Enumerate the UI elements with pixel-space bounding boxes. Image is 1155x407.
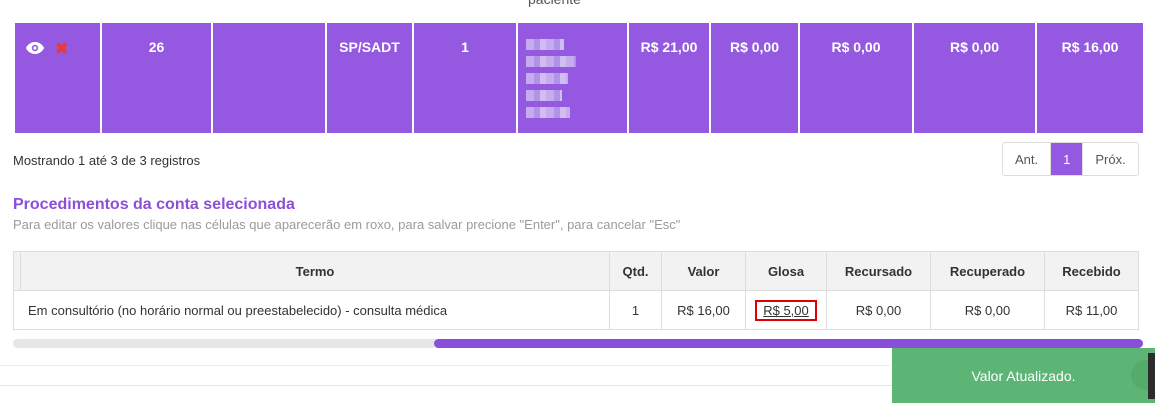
procedures-help-text: Para editar os valores clique nas célula… — [13, 217, 681, 232]
actions-cell: ✖ — [13, 21, 102, 135]
account-col9: R$ 0,00 — [912, 21, 1037, 135]
header-recuperado[interactable]: Recuperado — [930, 251, 1045, 291]
header-spacer — [13, 251, 21, 291]
header-qtd[interactable]: Qtd. — [609, 251, 662, 291]
divider — [0, 365, 890, 366]
delete-icon[interactable]: ✖ — [55, 39, 68, 59]
showing-records-text: Mostrando 1 até 3 de 3 registros — [13, 153, 201, 168]
account-blurred-name — [516, 21, 629, 135]
pagination: Ant. 1 Próx. — [1002, 142, 1139, 176]
cell-qtd[interactable]: 1 — [609, 290, 662, 330]
cell-recuperado[interactable]: R$ 0,00 — [930, 290, 1045, 330]
toast-notification[interactable]: Valor Atualizado. — [892, 348, 1155, 403]
blurred-text — [526, 39, 564, 50]
account-col10: R$ 16,00 — [1035, 21, 1145, 135]
account-col3 — [211, 21, 327, 135]
cell-glosa[interactable]: R$ 5,00 — [745, 290, 827, 330]
cell-recursado[interactable]: R$ 0,00 — [826, 290, 931, 330]
table-row[interactable]: Em consultório (no horário normal ou pre… — [13, 290, 1139, 330]
eye-icon[interactable] — [25, 41, 45, 58]
account-col7: R$ 0,00 — [709, 21, 800, 135]
accounts-table: ✖ 26 SP/SADT 1 R$ 21,00 R$ 0,00 R$ 0,00 … — [13, 21, 1145, 135]
header-valor[interactable]: Valor — [661, 251, 746, 291]
cell-recebido: R$ 11,00 — [1044, 290, 1139, 330]
cell-termo: Em consultório (no horário normal ou pre… — [13, 290, 610, 330]
blurred-text — [526, 107, 570, 118]
pagination-prev[interactable]: Ant. — [1003, 143, 1051, 175]
procedures-title: Procedimentos da conta selecionada — [13, 196, 295, 213]
header-recursado[interactable]: Recursado — [826, 251, 931, 291]
side-widget-edge — [1148, 353, 1155, 399]
blurred-text — [526, 73, 568, 84]
header-cut-text: paciente — [528, 0, 581, 7]
cell-valor[interactable]: R$ 16,00 — [661, 290, 746, 330]
account-row[interactable]: ✖ 26 SP/SADT 1 R$ 21,00 R$ 0,00 R$ 0,00 … — [13, 21, 1145, 135]
blurred-text — [526, 90, 562, 101]
account-valor: R$ 21,00 — [627, 21, 711, 135]
pagination-next[interactable]: Próx. — [1083, 143, 1138, 175]
header-glosa[interactable]: Glosa — [745, 251, 827, 291]
procedures-table: Termo Qtd. Valor Glosa Recursado Recuper… — [13, 251, 1139, 330]
horizontal-scrollbar-thumb[interactable] — [434, 339, 1143, 348]
header-termo[interactable]: Termo — [20, 251, 610, 291]
account-tipo: SP/SADT — [325, 21, 414, 135]
account-col8: R$ 0,00 — [798, 21, 914, 135]
account-id: 26 — [100, 21, 213, 135]
procedures-header-row: Termo Qtd. Valor Glosa Recursado Recuper… — [13, 251, 1139, 291]
header-recebido[interactable]: Recebido — [1044, 251, 1139, 291]
pagination-page-1[interactable]: 1 — [1050, 143, 1084, 175]
glosa-value-highlighted[interactable]: R$ 5,00 — [755, 299, 817, 321]
account-qtd: 1 — [412, 21, 518, 135]
blurred-text — [526, 56, 576, 67]
